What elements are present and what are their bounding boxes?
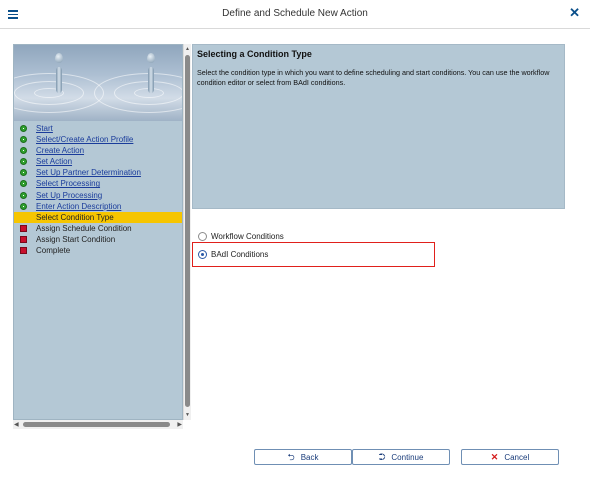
- wizard-step-link[interactable]: Set Action: [36, 157, 72, 166]
- status-green-icon: [20, 169, 27, 177]
- wizard-step-label: Select Condition Type: [36, 212, 114, 222]
- wizard-step-list: Start Select/Create Action Profile Create …: [14, 123, 182, 256]
- status-green-icon: [20, 147, 27, 155]
- status-green-icon: [20, 158, 27, 166]
- wizard-step-item[interactable]: Set Up Partner Determination: [14, 167, 182, 178]
- badi-conditions-label: BAdI Conditions: [211, 249, 269, 259]
- close-icon[interactable]: ✕: [569, 6, 580, 20]
- status-red-icon: [20, 224, 27, 232]
- wizard-steps-panel: Start Select/Create Action Profile Create …: [13, 44, 183, 420]
- scroll-up-icon[interactable]: ▲: [185, 46, 190, 52]
- description-title: Selecting a Condition Type: [197, 49, 312, 59]
- description-panel: Selecting a Condition Type Select the co…: [192, 44, 565, 209]
- wizard-step-link[interactable]: Set Up Partner Determination: [36, 168, 141, 177]
- wizard-step-item[interactable]: Set Action: [14, 156, 182, 167]
- wizard-step-link[interactable]: Enter Action Description: [36, 202, 121, 211]
- wizard-step-item[interactable]: Start: [14, 123, 182, 134]
- vertical-scrollbar[interactable]: ▲ ▼: [183, 44, 191, 420]
- wizard-step-label: Assign Schedule Condition: [36, 223, 132, 233]
- wizard-step-item: Assign Schedule Condition: [14, 223, 182, 234]
- wizard-step-item[interactable]: Select Processing: [14, 178, 182, 189]
- vertical-scroll-thumb[interactable]: [185, 55, 190, 407]
- wizard-step-item[interactable]: Create Action: [14, 145, 182, 156]
- continue-button-label: Continue: [391, 452, 424, 462]
- wizard-step-item: Select Condition Type: [14, 211, 182, 223]
- horizontal-scrollbar[interactable]: ◀ ▶: [13, 420, 183, 429]
- cancel-button[interactable]: ✕ Cancel: [461, 449, 559, 465]
- back-button[interactable]: ⮌ Back: [254, 449, 352, 465]
- wizard-step-item: Complete: [14, 245, 182, 256]
- status-red-icon: [20, 235, 27, 243]
- status-green-icon: [20, 191, 27, 199]
- status-green-icon: [20, 202, 27, 210]
- badi-conditions-radio[interactable]: [198, 249, 207, 259]
- wizard-step-link[interactable]: Create Action: [36, 146, 84, 155]
- status-red-icon: [20, 247, 27, 255]
- wizard-step-item[interactable]: Select/Create Action Profile: [14, 134, 182, 145]
- status-warning-icon: [20, 213, 28, 221]
- wizard-step-link[interactable]: Start: [36, 124, 53, 133]
- badi-conditions-option[interactable]: BAdI Conditions: [198, 247, 268, 261]
- window-title: Define and Schedule New Action: [222, 8, 368, 19]
- wizard-step-label: Assign Start Condition: [36, 234, 116, 244]
- status-green-icon: [20, 136, 27, 144]
- back-arrow-icon: ⮌: [287, 451, 295, 462]
- status-green-icon: [20, 180, 27, 188]
- back-button-label: Back: [300, 452, 319, 462]
- wizard-step-item[interactable]: Enter Action Description: [14, 201, 182, 212]
- wizard-step-link[interactable]: Select Processing: [36, 179, 100, 188]
- workflow-conditions-radio[interactable]: [198, 231, 207, 241]
- cancel-button-label: Cancel: [504, 452, 530, 462]
- scroll-right-icon[interactable]: ▶: [177, 421, 182, 428]
- workflow-conditions-label: Workflow Conditions: [211, 231, 284, 241]
- status-green-icon: [20, 125, 27, 132]
- description-text: Select the condition type in which you w…: [197, 68, 550, 87]
- title-bar: Define and Schedule New Action ✕: [0, 0, 590, 29]
- wizard-step-link[interactable]: Select/Create Action Profile: [36, 135, 133, 144]
- wizard-step-label: Complete: [36, 246, 71, 256]
- scroll-left-icon[interactable]: ◀: [14, 421, 19, 428]
- cancel-x-icon: ✕: [490, 451, 499, 462]
- wizard-step-item[interactable]: Set Up Processing: [14, 190, 182, 201]
- wizard-step-link[interactable]: Set Up Processing: [36, 191, 102, 200]
- water-drop-banner-image: [14, 45, 182, 121]
- continue-icon: ⮊: [378, 451, 386, 462]
- scroll-down-icon[interactable]: ▼: [185, 412, 190, 418]
- wizard-step-item: Assign Start Condition: [14, 234, 182, 245]
- workflow-conditions-option[interactable]: Workflow Conditions: [198, 229, 284, 243]
- horizontal-scroll-thumb[interactable]: [23, 422, 170, 427]
- continue-button[interactable]: ⮊ Continue: [352, 449, 450, 465]
